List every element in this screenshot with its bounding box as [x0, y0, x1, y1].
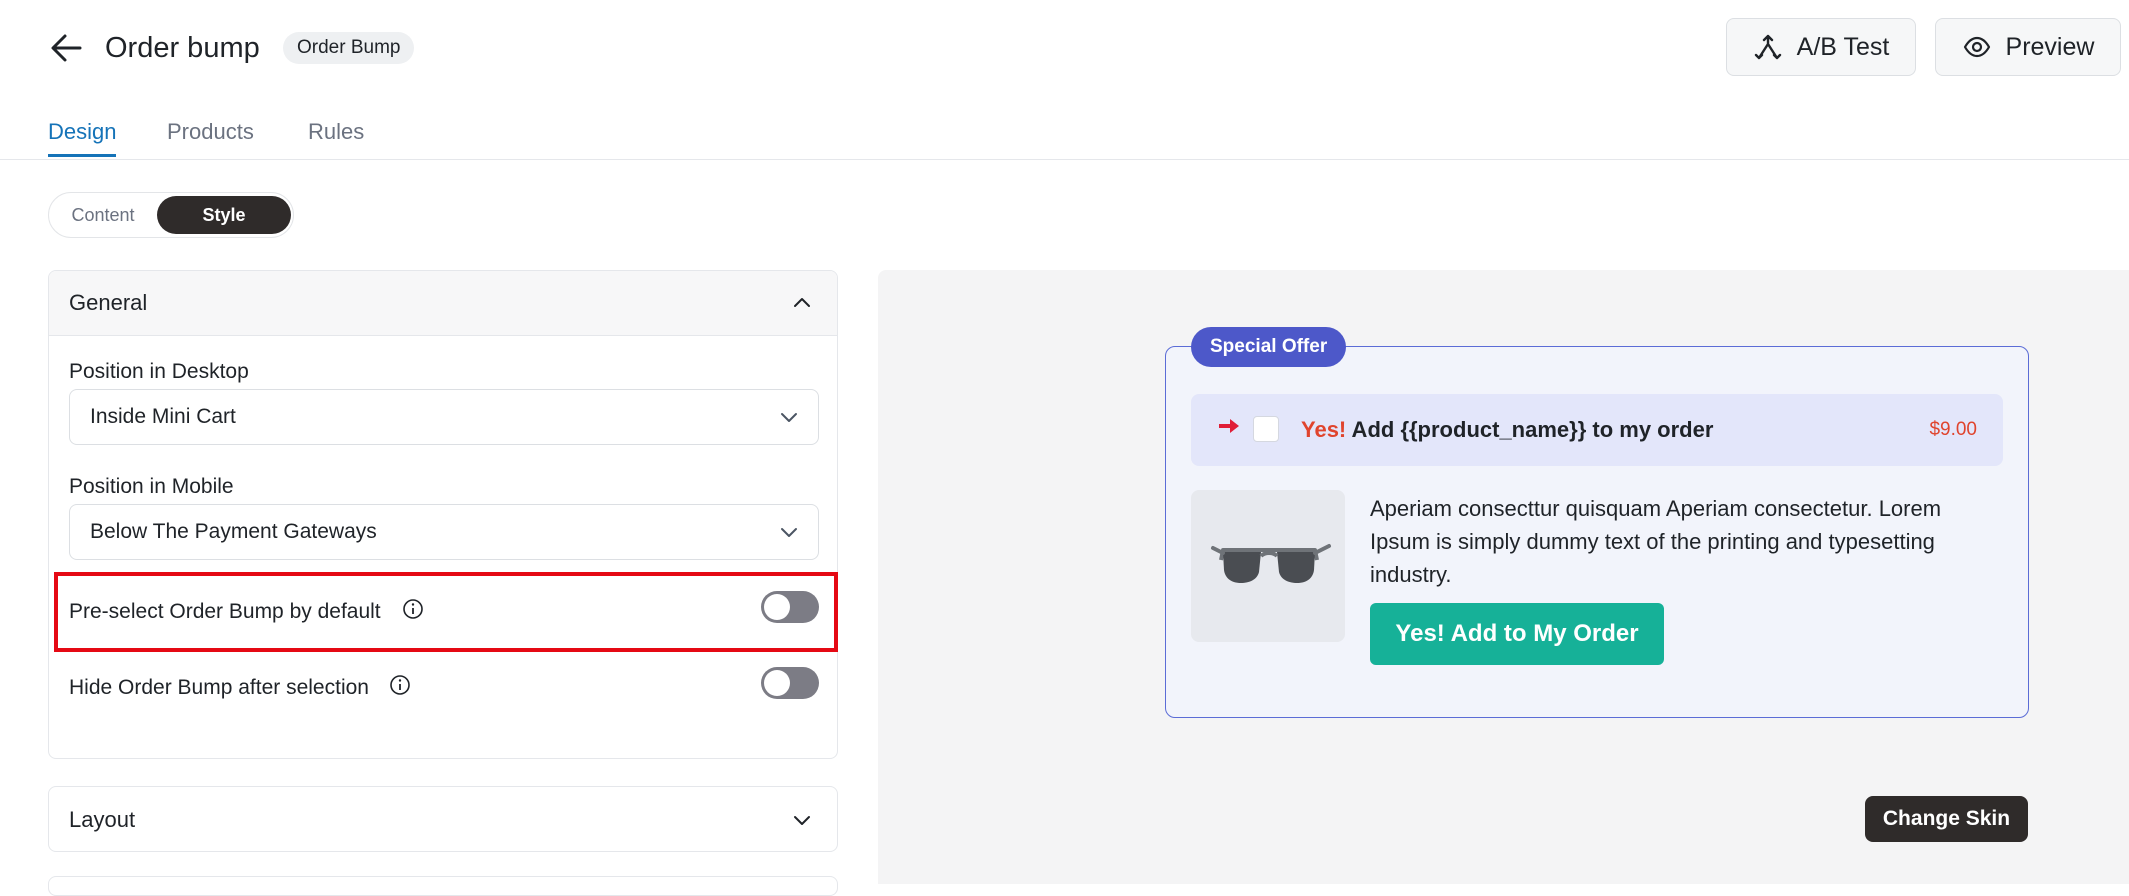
- info-icon[interactable]: [402, 598, 424, 620]
- preselect-toggle[interactable]: [761, 591, 819, 623]
- chevron-down-icon: [781, 413, 797, 422]
- bump-headline-text: Add {{product_name}} to my order: [1346, 417, 1714, 442]
- add-to-order-button[interactable]: Yes! Add to My Order: [1370, 603, 1664, 665]
- ab-test-label: A/B Test: [1796, 32, 1890, 61]
- bump-checkbox[interactable]: [1253, 416, 1279, 442]
- chevron-up-icon: [794, 298, 810, 307]
- split-icon: [1754, 34, 1781, 60]
- general-panel: General Position in Desktop Inside Mini …: [48, 270, 838, 759]
- chevron-down-icon: [781, 528, 797, 537]
- chevron-down-icon: [794, 816, 810, 825]
- bump-description: Aperiam consecttur quisquam Aperiam cons…: [1370, 496, 1942, 587]
- change-skin-button[interactable]: Change Skin: [1865, 796, 2028, 842]
- sunglasses-icon: [1211, 544, 1331, 583]
- layout-panel-title: Layout: [69, 807, 136, 832]
- mobile-position-select[interactable]: Below The Payment Gateways: [69, 504, 819, 560]
- general-panel-title: General: [69, 290, 148, 315]
- bump-headline-row: Yes! Add {{product_name}} to my order $9…: [1191, 394, 2003, 466]
- preview-label: Preview: [2005, 32, 2095, 61]
- layout-panel-header[interactable]: Layout: [48, 786, 838, 852]
- bump-headline: Yes! Add {{product_name}} to my order: [1301, 416, 1713, 444]
- eye-icon: [1963, 36, 1990, 58]
- desktop-position-label: Position in Desktop: [69, 360, 249, 383]
- bump-headline-yes: Yes!: [1301, 417, 1347, 442]
- preview-button[interactable]: Preview: [1935, 18, 2121, 76]
- content-style-switch: Content Style: [48, 192, 294, 238]
- desktop-position-value: Inside Mini Cart: [90, 405, 236, 428]
- ab-test-button[interactable]: A/B Test: [1726, 18, 1916, 76]
- bump-price: $9.00: [1929, 419, 1977, 440]
- next-panel: [48, 876, 838, 896]
- arrow-left-icon: [51, 34, 82, 62]
- active-tab-indicator: [48, 154, 116, 157]
- segment-content[interactable]: Content: [53, 196, 153, 234]
- general-panel-header[interactable]: General: [49, 271, 837, 336]
- info-icon[interactable]: [389, 674, 411, 696]
- special-offer-badge: Special Offer: [1191, 327, 1347, 367]
- hide-after-selection-toggle[interactable]: [761, 667, 819, 699]
- mobile-position-label: Position in Mobile: [69, 475, 234, 498]
- type-badge: Order Bump: [283, 32, 415, 64]
- page-title: Order bump: [105, 32, 260, 64]
- back-button[interactable]: [46, 28, 86, 68]
- product-image: [1191, 490, 1345, 642]
- hide-after-selection-label: Hide Order Bump after selection: [69, 676, 369, 699]
- arrow-right-icon: [1219, 419, 1239, 433]
- segment-style[interactable]: Style: [157, 196, 291, 234]
- preselect-label: Pre-select Order Bump by default: [69, 600, 381, 623]
- tab-products[interactable]: Products: [167, 118, 254, 146]
- tab-design[interactable]: Design: [48, 118, 116, 146]
- tabs-divider: [0, 159, 2129, 160]
- mobile-position-value: Below The Payment Gateways: [90, 520, 377, 543]
- desktop-position-select[interactable]: Inside Mini Cart: [69, 389, 819, 445]
- tab-rules[interactable]: Rules: [308, 118, 364, 146]
